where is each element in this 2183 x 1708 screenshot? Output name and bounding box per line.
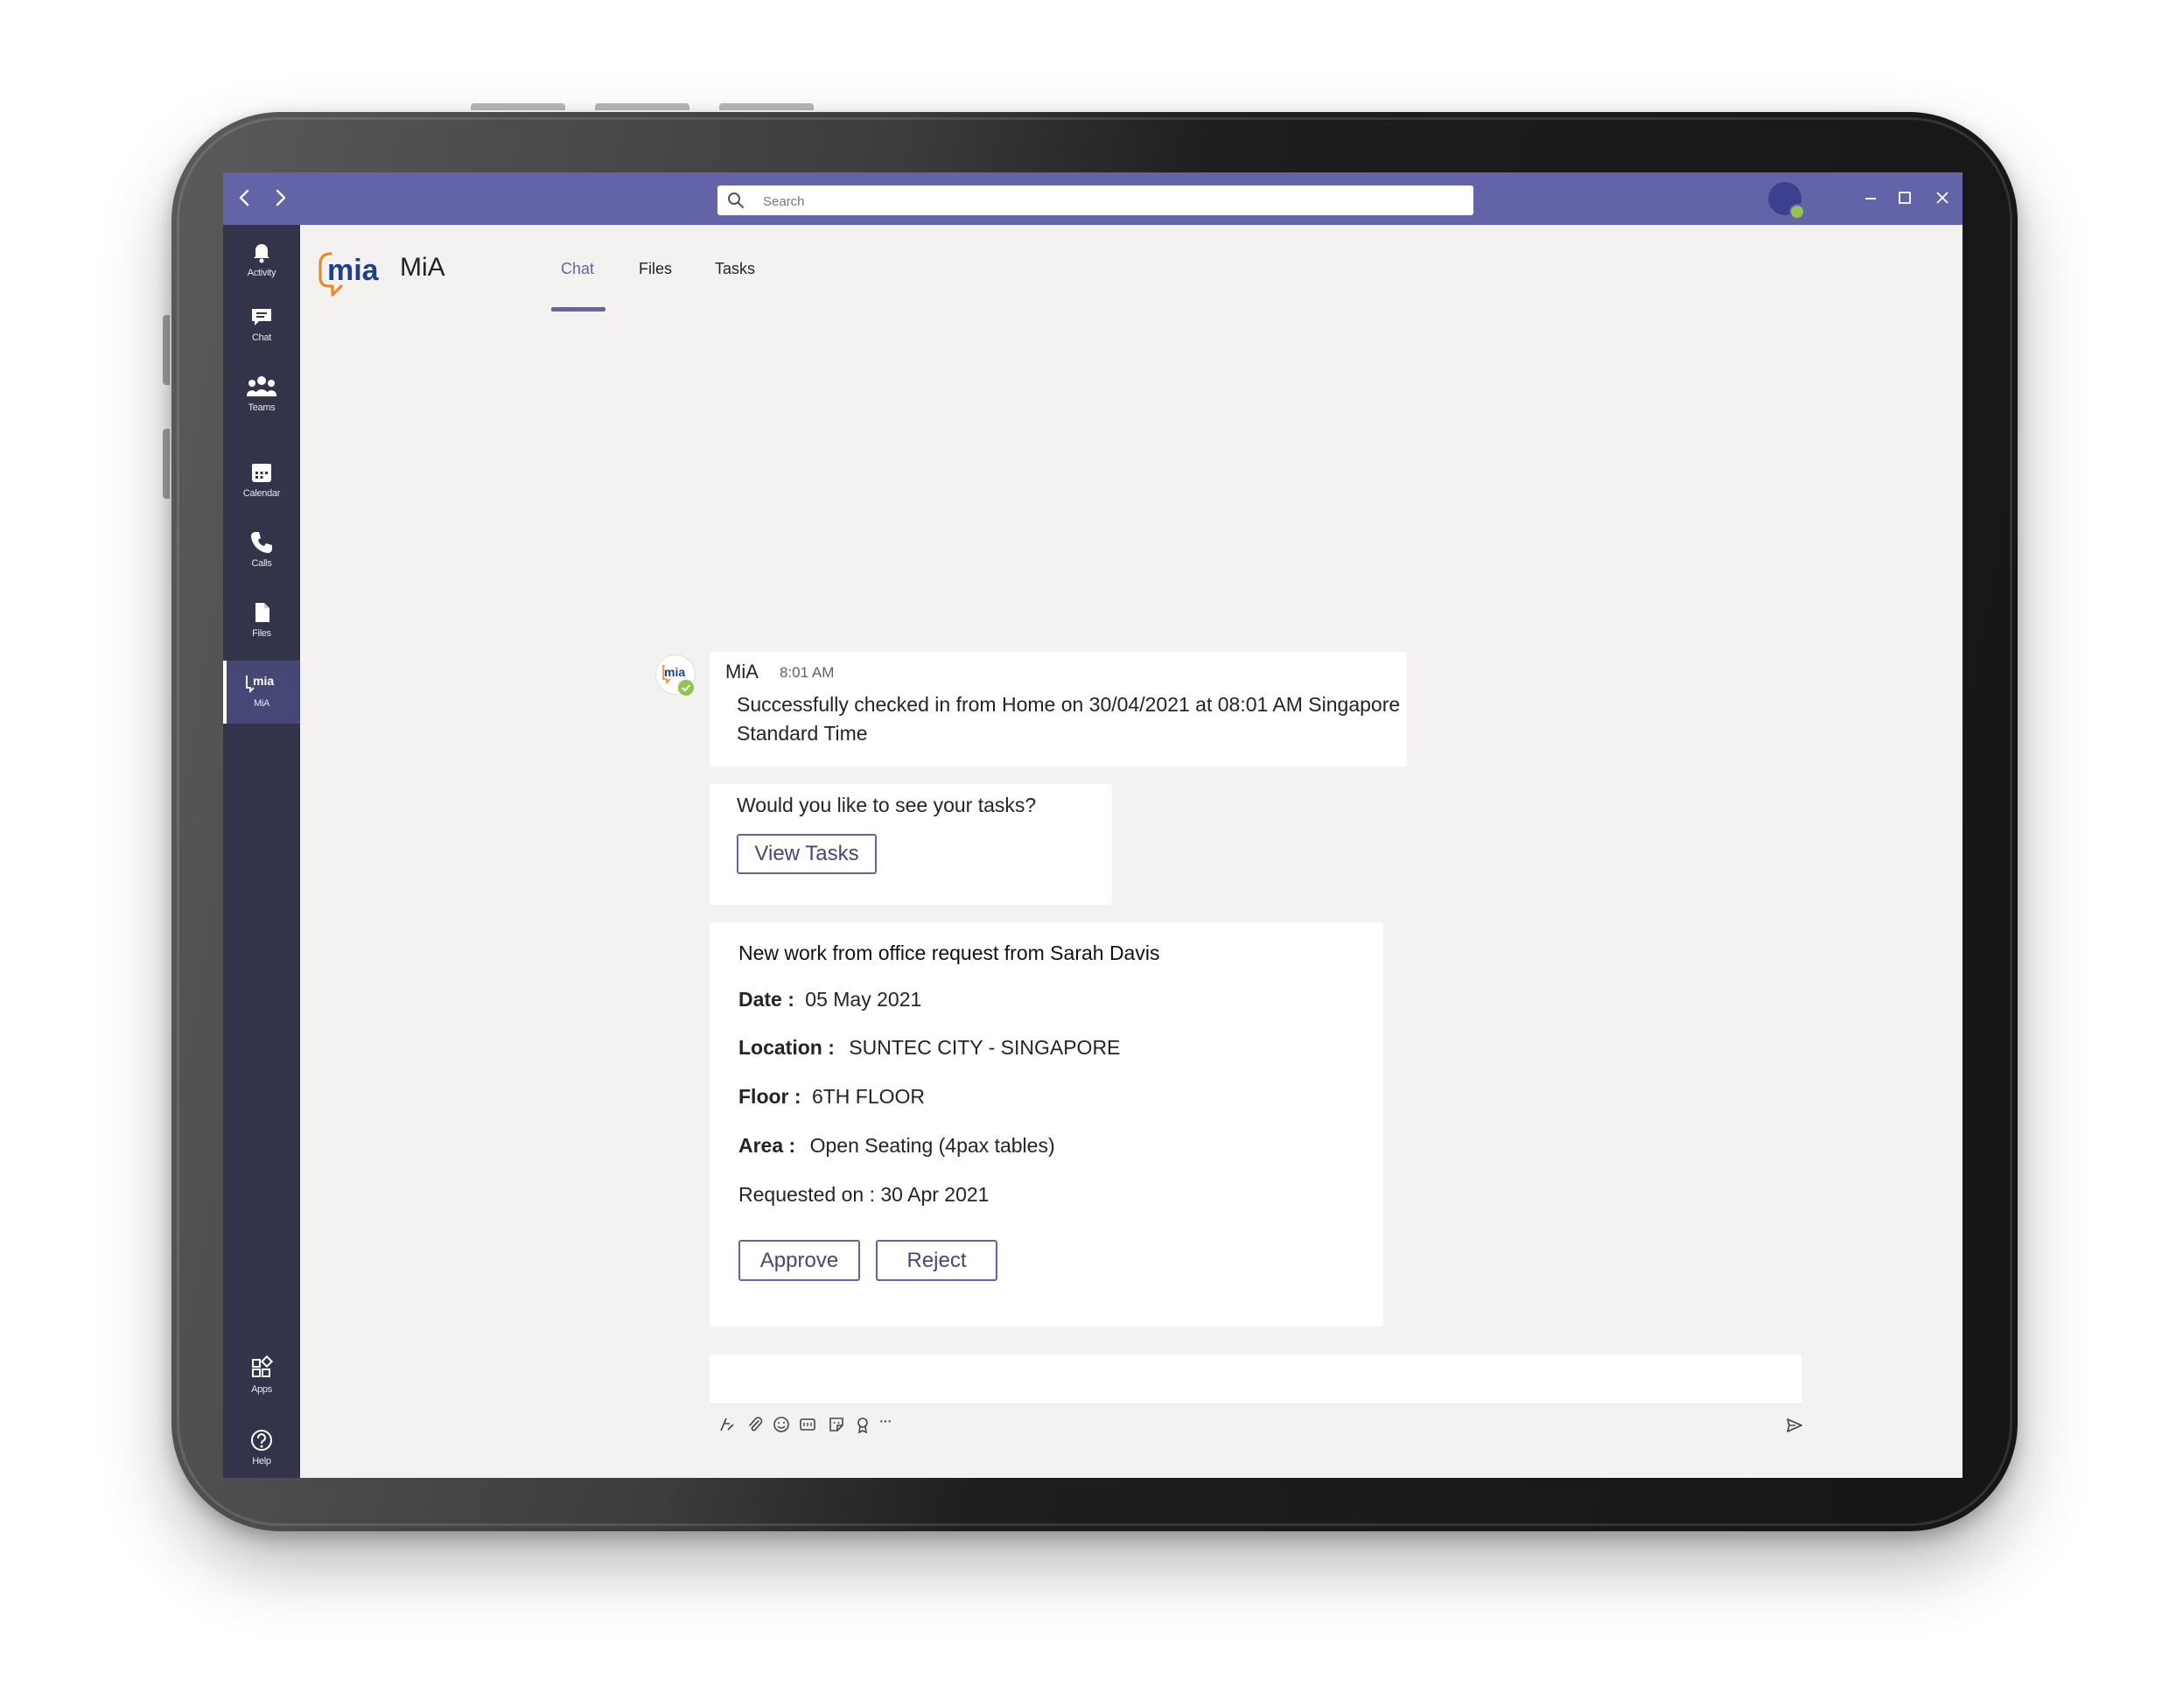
rail-item-files[interactable]: Files — [223, 599, 300, 662]
compose-box[interactable] — [710, 1354, 1802, 1405]
teams-icon — [247, 376, 276, 396]
presence-available-icon — [676, 678, 696, 697]
svg-text:mia: mia — [253, 674, 274, 688]
tab-tasks[interactable]: Tasks — [715, 260, 755, 278]
tab-chat[interactable]: Chat — [561, 260, 594, 278]
help-icon — [251, 1430, 272, 1451]
message-tasks-prompt: Would you like to see your tasks? View T… — [710, 784, 1112, 905]
request-date: Date : 05 May 2021 — [738, 988, 921, 1012]
svg-text:mia: mia — [664, 665, 685, 679]
rail-label: Apps — [251, 1384, 272, 1395]
phone-icon — [251, 532, 272, 553]
active-tab-indicator — [551, 307, 605, 312]
format-icon[interactable] — [717, 1415, 737, 1434]
rail-item-calendar[interactable]: Calendar — [223, 459, 300, 522]
tablet-side-button-1 — [163, 315, 170, 385]
request-title: New work from office request from Sarah … — [738, 942, 1160, 964]
calendar-icon — [252, 464, 271, 482]
requested-on: Requested on : 30 Apr 2021 — [738, 1183, 990, 1206]
request-area: Area : Open Seating (4pax tables) — [738, 1134, 1055, 1158]
send-icon[interactable] — [1784, 1415, 1805, 1436]
rail-item-calls[interactable]: Calls — [223, 529, 300, 592]
message-text: Successfully checked in from Home on 30/… — [737, 693, 1401, 745]
app-title: MiA — [400, 253, 445, 282]
search-box[interactable] — [717, 186, 1473, 217]
rail-label: Files — [252, 628, 271, 639]
more-options-icon[interactable]: ··· — [878, 1411, 892, 1432]
message-timestamp: 8:01 AM — [780, 664, 835, 681]
app-rail: Activity Chat Teams Calendar Calls Files… — [223, 225, 300, 1478]
gif-icon[interactable] — [798, 1415, 817, 1434]
message-checkin: MiA 8:01 AM Successfully checked in from… — [710, 652, 1407, 766]
title-bar — [223, 172, 1963, 225]
mia-icon: mia — [246, 674, 274, 694]
reject-button[interactable]: Reject — [876, 1240, 997, 1281]
tablet-side-button-2 — [163, 429, 170, 499]
rail-item-apps[interactable]: Apps — [223, 1355, 300, 1418]
floor-value: 6TH FLOOR — [811, 1085, 926, 1108]
rail-item-chat[interactable]: Chat — [223, 304, 300, 367]
approve-button[interactable]: Approve — [738, 1240, 860, 1281]
request-card: New work from office request from Sarah … — [710, 922, 1383, 1326]
location-value: SUNTEC CITY - SINGAPORE — [849, 1036, 1121, 1059]
floor-label: Floor : — [738, 1085, 801, 1108]
rail-item-help[interactable]: Help — [223, 1427, 300, 1478]
rail-label: MiA — [253, 698, 270, 709]
area-value: Open Seating (4pax tables) — [809, 1134, 1055, 1157]
logo-text: mia — [327, 254, 380, 287]
tablet-camera — [192, 817, 201, 826]
maximize-icon[interactable] — [1892, 185, 1918, 211]
tablet-top-button-2 — [595, 103, 689, 110]
rail-item-teams[interactable]: Teams — [223, 374, 300, 437]
request-floor: Floor : 6TH FLOOR — [738, 1085, 925, 1109]
sticker-icon[interactable] — [827, 1415, 846, 1434]
date-label: Date : — [738, 988, 794, 1011]
search-input[interactable] — [761, 186, 1447, 217]
area-label: Area : — [738, 1134, 796, 1157]
rail-item-activity[interactable]: Activity — [223, 239, 300, 302]
presence-available-icon — [1789, 204, 1805, 220]
tablet-top-button-3 — [719, 103, 814, 110]
praise-icon[interactable] — [853, 1415, 872, 1434]
minimize-icon[interactable] — [1858, 185, 1884, 211]
close-icon[interactable] — [1929, 185, 1956, 211]
request-location: Location : SUNTEC CITY - SINGAPORE — [738, 1036, 1120, 1060]
forward-arrow-icon[interactable] — [267, 183, 293, 213]
tablet-top-button-1 — [471, 103, 565, 110]
location-label: Location : — [738, 1036, 835, 1059]
view-tasks-button[interactable]: View Tasks — [737, 834, 877, 874]
rail-label: Help — [252, 1456, 271, 1466]
date-value: 05 May 2021 — [805, 988, 922, 1011]
file-icon — [255, 603, 269, 622]
rail-label: Calendar — [242, 488, 281, 499]
mia-logo: mia — [318, 252, 380, 297]
search-icon — [728, 192, 744, 208]
back-arrow-icon[interactable] — [232, 183, 258, 213]
rail-label: Teams — [248, 402, 276, 413]
chat-icon — [252, 309, 271, 326]
rail-label: Calls — [251, 558, 272, 569]
bell-icon — [254, 244, 269, 263]
apps-icon — [252, 1355, 274, 1377]
rail-item-mia[interactable]: mia MiA — [223, 661, 300, 724]
teams-window: Activity Chat Teams Calendar Calls Files… — [223, 172, 1963, 1478]
emoji-icon[interactable] — [772, 1415, 791, 1434]
attach-icon[interactable] — [745, 1415, 765, 1434]
tasks-question: Would you like to see your tasks? — [737, 794, 1037, 816]
rail-label: Chat — [251, 332, 272, 343]
message-sender: MiA — [725, 661, 759, 682]
compose-input[interactable] — [710, 1354, 1802, 1404]
tab-files[interactable]: Files — [639, 260, 672, 278]
rail-label: Activity — [247, 268, 276, 278]
